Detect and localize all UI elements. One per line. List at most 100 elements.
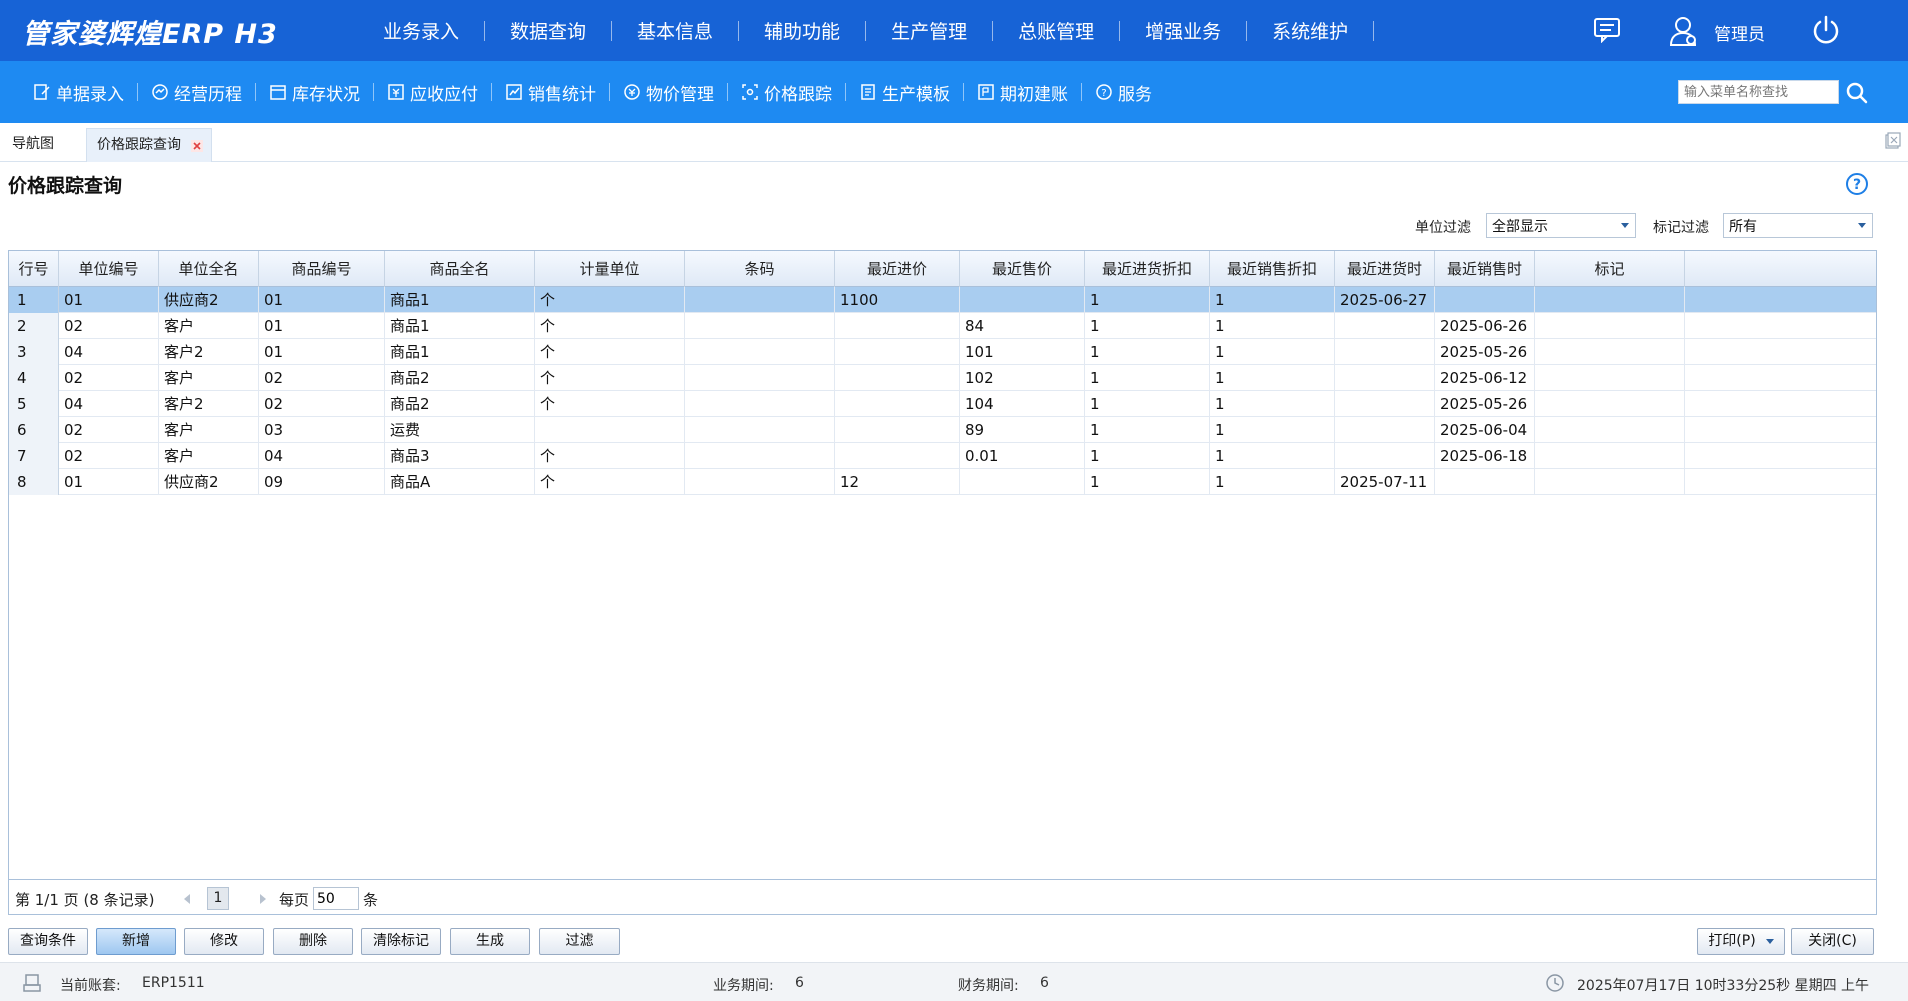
col-last-sale-price-cell[interactable]: 101: [960, 339, 1085, 365]
col-mark-cell[interactable]: [1535, 365, 1685, 391]
quick-item-price-track[interactable]: 价格跟踪: [728, 80, 845, 105]
col-last-sale-price-cell[interactable]: 89: [960, 417, 1085, 443]
table-row[interactable]: 6 02 客户 03 运费 89 1 1 2025-06-04: [9, 417, 1876, 443]
col-last-sale-discount-cell[interactable]: 1: [1210, 365, 1335, 391]
col-last-purchase-discount-cell[interactable]: 1: [1085, 339, 1210, 365]
col-unit-code-cell[interactable]: 02: [59, 365, 159, 391]
quick-item-receivables[interactable]: 应收应付: [374, 80, 491, 105]
col-last-purchase-price-cell[interactable]: [835, 443, 960, 469]
col-last-sale-price-header[interactable]: 最近售价: [960, 251, 1085, 287]
col-last-sale-discount-cell[interactable]: 1: [1210, 287, 1335, 313]
col-product-name-cell[interactable]: 商品1: [385, 339, 535, 365]
message-icon[interactable]: [1593, 17, 1621, 43]
col-unit-of-measure-cell[interactable]: [535, 417, 685, 443]
col-barcode-cell[interactable]: [685, 313, 835, 339]
col-mark-header[interactable]: 标记: [1535, 251, 1685, 287]
col-last-sale-discount-cell[interactable]: 1: [1210, 313, 1335, 339]
next-page-icon[interactable]: [253, 888, 273, 910]
clear-mark-button[interactable]: 清除标记: [361, 928, 441, 955]
col-last-sale-time-cell[interactable]: 2025-06-04: [1435, 417, 1535, 443]
col-last-purchase-discount-cell[interactable]: 1: [1085, 417, 1210, 443]
main-nav-item-system[interactable]: 系统维护: [1247, 17, 1373, 44]
col-last-purchase-price-cell[interactable]: 12: [835, 469, 960, 495]
col-row-number-cell[interactable]: 4: [9, 365, 59, 391]
col-barcode-cell[interactable]: [685, 417, 835, 443]
col-product-name-cell[interactable]: 商品3: [385, 443, 535, 469]
col-unit-code-cell[interactable]: 04: [59, 391, 159, 417]
col-unit-name-cell[interactable]: 客户: [159, 443, 259, 469]
col-row-number-cell[interactable]: 5: [9, 391, 59, 417]
col-unit-name-cell[interactable]: 供应商2: [159, 469, 259, 495]
table-row[interactable]: 3 04 客户2 01 商品1 个 101 1 1 2025-05-26: [9, 339, 1876, 365]
col-last-purchase-price-cell[interactable]: [835, 417, 960, 443]
col-unit-name-cell[interactable]: 供应商2: [159, 287, 259, 313]
search-icon[interactable]: [1845, 81, 1869, 105]
print-button[interactable]: 打印(P): [1697, 928, 1785, 955]
close-icon[interactable]: [191, 140, 203, 152]
col-product-code-cell[interactable]: 09: [259, 469, 385, 495]
main-nav-item-auxiliary[interactable]: 辅助功能: [739, 17, 865, 44]
user-icon[interactable]: [1668, 15, 1698, 47]
col-barcode-cell[interactable]: [685, 443, 835, 469]
col-last-purchase-price-header[interactable]: 最近进价: [835, 251, 960, 287]
quick-item-inventory[interactable]: 库存状况: [256, 80, 373, 105]
close-all-tabs-icon[interactable]: [1885, 132, 1901, 150]
col-last-purchase-discount-cell[interactable]: 1: [1085, 365, 1210, 391]
edit-button[interactable]: 修改: [184, 928, 264, 955]
col-last-sale-time-header[interactable]: 最近销售时: [1435, 251, 1535, 287]
col-barcode-cell[interactable]: [685, 339, 835, 365]
col-last-sale-price-cell[interactable]: 104: [960, 391, 1085, 417]
col-last-sale-discount-cell[interactable]: 1: [1210, 469, 1335, 495]
table-row[interactable]: 4 02 客户 02 商品2 个 102 1 1 2025-06-12: [9, 365, 1876, 391]
col-unit-name-header[interactable]: 单位全名: [159, 251, 259, 287]
col-last-purchase-time-header[interactable]: 最近进货时: [1335, 251, 1435, 287]
col-row-number-cell[interactable]: 6: [9, 417, 59, 443]
col-mark-cell[interactable]: [1535, 339, 1685, 365]
col-last-sale-time-cell[interactable]: [1435, 287, 1535, 313]
col-barcode-cell[interactable]: [685, 365, 835, 391]
col-unit-name-cell[interactable]: 客户: [159, 365, 259, 391]
col-unit-of-measure-cell[interactable]: 个: [535, 365, 685, 391]
main-nav-item-ledger[interactable]: 总账管理: [993, 17, 1119, 44]
quick-item-sales-stats[interactable]: 销售统计: [492, 80, 609, 105]
generate-button[interactable]: 生成: [450, 928, 530, 955]
col-product-code-cell[interactable]: 02: [259, 391, 385, 417]
col-product-name-cell[interactable]: 运费: [385, 417, 535, 443]
col-barcode-cell[interactable]: [685, 469, 835, 495]
per-page-input[interactable]: [313, 887, 359, 910]
col-last-sale-price-cell[interactable]: 84: [960, 313, 1085, 339]
delete-button[interactable]: 删除: [273, 928, 353, 955]
col-last-purchase-price-cell[interactable]: [835, 365, 960, 391]
col-unit-of-measure-cell[interactable]: 个: [535, 313, 685, 339]
col-last-purchase-price-cell[interactable]: [835, 391, 960, 417]
user-name[interactable]: 管理员: [1714, 20, 1765, 45]
current-page[interactable]: 1: [207, 887, 229, 910]
col-unit-code-cell[interactable]: 02: [59, 313, 159, 339]
col-last-purchase-time-cell[interactable]: [1335, 313, 1435, 339]
col-row-number-cell[interactable]: 1: [9, 287, 59, 313]
col-last-purchase-time-cell[interactable]: 2025-07-11: [1335, 469, 1435, 495]
quick-item-service[interactable]: ? 服务: [1082, 80, 1165, 105]
col-unit-code-cell[interactable]: 02: [59, 417, 159, 443]
col-product-name-cell[interactable]: 商品1: [385, 313, 535, 339]
col-last-purchase-price-cell[interactable]: 1100: [835, 287, 960, 313]
col-last-sale-time-cell[interactable]: 2025-06-12: [1435, 365, 1535, 391]
col-product-code-cell[interactable]: 04: [259, 443, 385, 469]
col-row-number-header[interactable]: 行号: [9, 251, 59, 287]
col-last-sale-discount-header[interactable]: 最近销售折扣: [1210, 251, 1335, 287]
col-product-name-cell[interactable]: 商品A: [385, 469, 535, 495]
col-mark-cell[interactable]: [1535, 417, 1685, 443]
col-product-code-cell[interactable]: 03: [259, 417, 385, 443]
col-unit-of-measure-cell[interactable]: 个: [535, 287, 685, 313]
col-last-purchase-time-cell[interactable]: [1335, 443, 1435, 469]
close-button[interactable]: 关闭(C): [1791, 928, 1874, 955]
tab-price-tracking[interactable]: 价格跟踪查询: [86, 128, 212, 162]
col-last-sale-discount-cell[interactable]: 1: [1210, 417, 1335, 443]
col-unit-of-measure-cell[interactable]: 个: [535, 339, 685, 365]
col-row-number-cell[interactable]: 8: [9, 469, 59, 495]
table-row[interactable]: 2 02 客户 01 商品1 个 84 1 1 2025-06-26: [9, 313, 1876, 339]
filter-button[interactable]: 过滤: [539, 928, 620, 955]
help-icon[interactable]: ?: [1845, 172, 1869, 196]
quick-item-bill-entry[interactable]: 单据录入: [20, 80, 137, 105]
tab-navigation-map[interactable]: 导航图: [2, 128, 64, 162]
